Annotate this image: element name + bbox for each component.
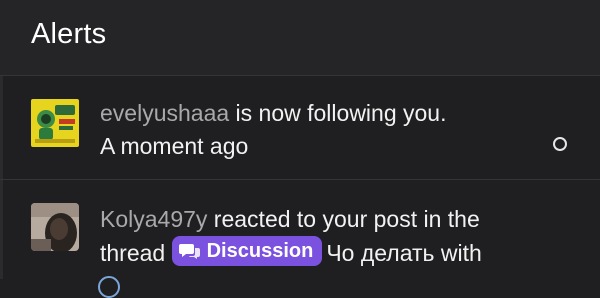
username-link[interactable]: evelyushaaa xyxy=(100,100,229,126)
avatar[interactable] xyxy=(31,203,79,251)
alert-time: A moment ago xyxy=(100,133,249,159)
thread-title-link[interactable]: Чо делать with xyxy=(326,240,481,266)
alerts-header: Alerts xyxy=(0,0,600,76)
page-title: Alerts xyxy=(31,18,107,50)
chat-bubble-icon xyxy=(178,244,200,259)
alert-item[interactable]: evelyushaaa is now following you. A mome… xyxy=(0,77,600,180)
alert-text: evelyushaaa is now following you. A mome… xyxy=(100,97,540,163)
mark-read-toggle[interactable] xyxy=(553,137,567,151)
alert-message: is now following you. xyxy=(229,100,447,126)
username-link[interactable]: Kolya497y xyxy=(100,206,207,232)
alert-text: Kolya497y reacted to your post in the th… xyxy=(100,203,540,270)
alert-item[interactable]: Kolya497y reacted to your post in the th… xyxy=(0,181,600,298)
badge-label: Discussion xyxy=(206,239,314,262)
avatar[interactable] xyxy=(31,99,79,147)
avatar-partial-icon xyxy=(98,276,120,298)
sticker-avatar-icon xyxy=(31,99,79,147)
thread-prefix-badge[interactable]: Discussion xyxy=(171,236,323,266)
photo-avatar-icon xyxy=(31,203,79,251)
